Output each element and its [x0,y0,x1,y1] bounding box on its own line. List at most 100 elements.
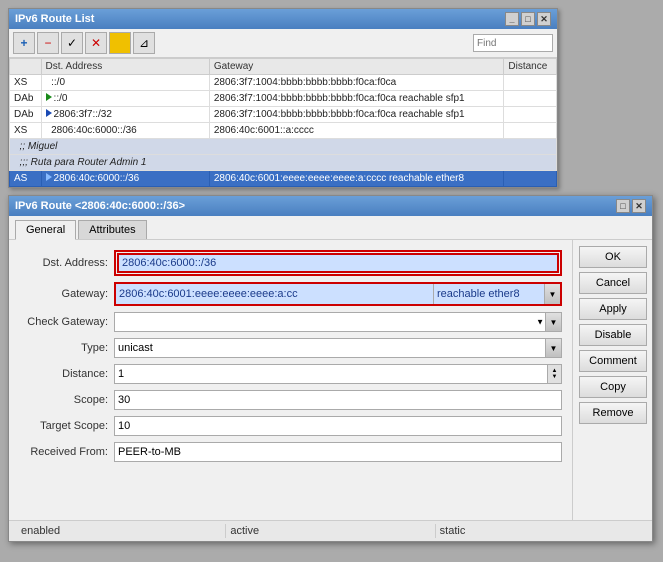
table-row-miguel: ;; Miguel [10,139,557,155]
top-window-title: IPv6 Route List [15,13,94,25]
check-gateway-label: Check Gateway: [19,316,114,328]
col-dist-header[interactable]: Distance [504,59,557,75]
received-from-row: Received From: [19,442,562,462]
status-static: static [435,524,644,538]
row-dist [504,107,557,123]
status-enabled: enabled [17,524,225,538]
type-row: Type: ▼ [19,338,562,358]
dst-address-input[interactable] [117,253,559,273]
toolbar: + − ✓ ✕ ⊿ [9,29,557,58]
route-table: Dst. Address Gateway Distance XS ::/0 28… [9,58,557,187]
gateway-label: Gateway: [19,288,114,300]
table-row[interactable]: XS 2806:40c:6000::/36 2806:40c:6001::a:c… [10,123,557,139]
row-type: XS [10,75,42,91]
top-window-controls: _ □ ✕ [505,12,551,26]
type-input[interactable] [114,338,546,358]
row-dist [504,75,557,91]
row-gw: 2806:3f7:1004:bbbb:bbbb:bbbb:f0ca:f0ca r… [209,107,504,123]
distance-wrapper: ▲ ▼ [114,364,562,384]
tab-attributes[interactable]: Attributes [78,220,146,239]
check-gateway-select[interactable] [114,312,546,332]
check-gateway-wrapper [114,312,546,332]
distance-label: Distance: [19,368,114,380]
gateway-input[interactable] [116,284,433,304]
row-dist [504,91,557,107]
bottom-minimize-button[interactable]: □ [616,199,630,213]
add-button[interactable]: + [13,32,35,54]
row-type: AS [10,171,42,187]
type-label: Type: [19,342,114,354]
ipv6-route-detail-window: IPv6 Route <2806:40c:6000::/36> □ ✕ Gene… [8,195,653,542]
minimize-button[interactable]: _ [505,12,519,26]
target-scope-row: Target Scope: [19,416,562,436]
row-dist [504,123,557,139]
target-scope-label: Target Scope: [19,420,114,432]
target-scope-input[interactable] [114,416,562,436]
dst-address-label: Dst. Address: [19,257,114,269]
col-dst-header[interactable]: Dst. Address [41,59,209,75]
received-from-input[interactable] [114,442,562,462]
row-dst: 2806:40c:6000::/36 [41,123,209,139]
maximize-button[interactable]: □ [521,12,535,26]
gateway-wrapper: ▼ [114,282,562,306]
bottom-window-controls: □ ✕ [616,199,646,213]
row-dst: ::/0 [41,75,209,91]
table-row[interactable]: DAb ::/0 2806:3f7:1004:bbbb:bbbb:bbbb:f0… [10,91,557,107]
row-type: DAb [10,91,42,107]
gateway-dropdown-arrow[interactable]: ▼ [544,284,560,304]
distance-scroll[interactable]: ▲ ▼ [548,364,562,384]
remove-button[interactable]: − [37,32,59,54]
status-bar: enabled active static [9,520,652,541]
col-gw-header[interactable]: Gateway [209,59,504,75]
apply-button[interactable]: Apply [579,298,647,320]
type-wrapper: ▼ [114,338,562,358]
copy-button[interactable] [109,32,131,54]
find-input[interactable] [473,34,553,52]
tab-general[interactable]: General [15,220,76,240]
close-button[interactable]: ✕ [537,12,551,26]
table-row[interactable]: XS ::/0 2806:3f7:1004:bbbb:bbbb:bbbb:f0c… [10,75,557,91]
scope-label: Scope: [19,394,114,406]
row-dist [504,171,557,187]
ok-button[interactable]: OK [579,246,647,268]
check-gateway-arrow[interactable]: ▼ [546,312,562,332]
check-button[interactable]: ✓ [61,32,83,54]
row-type: XS [10,123,42,139]
scope-row: Scope: [19,390,562,410]
dst-address-row: Dst. Address: [19,250,562,276]
bottom-window-title: IPv6 Route <2806:40c:6000::/36> [15,200,185,212]
row-dst: 2806:3f7::/32 [41,107,209,123]
filter-button[interactable]: ⊿ [133,32,155,54]
dst-address-wrapper [114,250,562,276]
row-type: DAb [10,107,42,123]
content-area: Dst. Address: Gateway: ▼ Check Gateway: [9,240,652,520]
gateway-select-input[interactable] [434,284,544,304]
scope-input[interactable] [114,390,562,410]
col-type-header [10,59,42,75]
disable-button[interactable]: Disable [579,324,647,346]
distance-input[interactable] [114,364,548,384]
top-title-bar: IPv6 Route List _ □ ✕ [9,9,557,29]
tab-bar: General Attributes [9,216,652,240]
x-button[interactable]: ✕ [85,32,107,54]
form-panel: Dst. Address: Gateway: ▼ Check Gateway: [9,240,572,520]
gateway-row: Gateway: ▼ [19,282,562,306]
cancel-button[interactable]: Cancel [579,272,647,294]
side-buttons: OK Cancel Apply Disable Comment Copy Rem… [572,240,652,520]
type-arrow[interactable]: ▼ [546,338,562,358]
row-gw: 2806:3f7:1004:bbbb:bbbb:bbbb:f0ca:f0ca r… [209,91,504,107]
table-row[interactable]: DAb 2806:3f7::/32 2806:3f7:1004:bbbb:bbb… [10,107,557,123]
ipv6-route-list-window: IPv6 Route List _ □ ✕ + − ✓ ✕ ⊿ Dst. Add… [8,8,558,188]
check-gateway-row: Check Gateway: ▼ [19,312,562,332]
row-dst: ::/0 [41,91,209,107]
remove-button[interactable]: Remove [579,402,647,424]
table-row-ruta: ;;; Ruta para Router Admin 1 [10,155,557,171]
row-gw: 2806:40c:6001::a:cccc [209,123,504,139]
comment-button[interactable]: Comment [579,350,647,372]
copy-button[interactable]: Copy [579,376,647,398]
table-row-selected[interactable]: AS 2806:40c:6000::/36 2806:40c:6001:eeee… [10,171,557,187]
received-from-label: Received From: [19,446,114,458]
distance-row: Distance: ▲ ▼ [19,364,562,384]
bottom-close-button[interactable]: ✕ [632,199,646,213]
row-gw: 2806:40c:6001:eeee:eeee:eeee:a:cccc reac… [209,171,504,187]
